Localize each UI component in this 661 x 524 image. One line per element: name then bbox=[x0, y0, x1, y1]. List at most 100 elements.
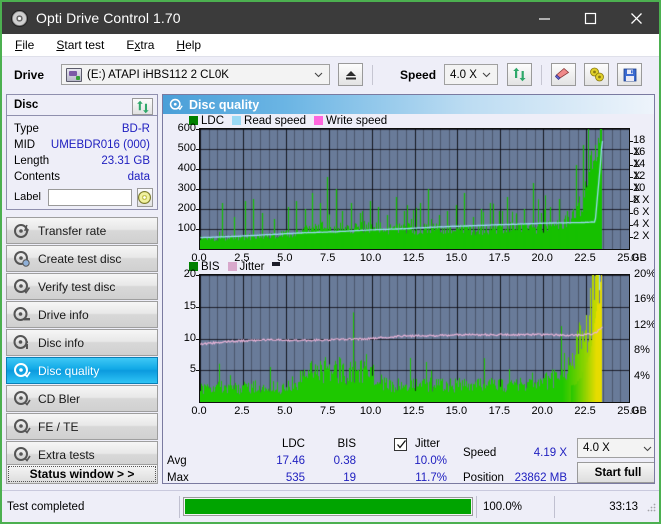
sidebar-item-drive-info[interactable]: Drive info bbox=[6, 301, 158, 328]
stats-row-avg: Avg bbox=[167, 455, 187, 467]
ldc-plot-canvas[interactable] bbox=[199, 128, 630, 250]
create-test-disc-icon bbox=[13, 250, 31, 268]
minimize-button[interactable] bbox=[521, 2, 567, 34]
disc-key-length: Length bbox=[14, 155, 50, 167]
eject-button[interactable] bbox=[338, 63, 364, 86]
bis-xtick: 15.0 bbox=[445, 405, 468, 417]
ldc-y2tick-mark bbox=[629, 237, 633, 238]
bis-plot-canvas[interactable] bbox=[199, 274, 630, 403]
resize-grip[interactable] bbox=[646, 502, 656, 512]
bis-ytick: 20 bbox=[183, 268, 196, 280]
sidebar-label-drive-info: Drive info bbox=[38, 307, 89, 322]
toolbar-separator bbox=[372, 64, 374, 85]
save-button[interactable] bbox=[617, 63, 643, 86]
start-full-button[interactable]: Start full bbox=[577, 462, 654, 483]
stats-panel: LDC BIS Jitter Avg Max Total 17.46 535 6… bbox=[163, 436, 654, 484]
stats-header-ldc: LDC bbox=[281, 438, 305, 450]
bis-chart-legend: BIS Jitter bbox=[163, 260, 654, 273]
status-window-wrap: Status window > > bbox=[6, 464, 158, 484]
menu-bar: File Start test Extra Help bbox=[2, 34, 659, 57]
jitter-checkbox[interactable] bbox=[394, 438, 407, 451]
disc-key-label: Label bbox=[14, 191, 41, 203]
bis-ytick-mark bbox=[196, 275, 199, 276]
test-speed-select[interactable]: 4.0 X bbox=[577, 438, 654, 458]
ldc-chart-legend: LDC Read speed Write speed bbox=[163, 114, 654, 127]
bis-y2tick: 4% bbox=[634, 369, 650, 382]
disc-row-label: Label bbox=[7, 185, 157, 209]
bis-plot-wrap: 5 10 15 20 4% 8% 12% 16% 20% 0.0 2.5 5.0 7.5 10.0 12.5… bbox=[163, 268, 655, 417]
bis-xtick: 5.0 bbox=[277, 405, 293, 417]
disc-quality-icon bbox=[169, 98, 183, 112]
content-title: Disc quality bbox=[189, 97, 260, 112]
ldc-y2tick: 18 X bbox=[633, 134, 646, 158]
legend-label-write-speed: Write speed bbox=[326, 114, 388, 127]
disc-label-input[interactable] bbox=[47, 188, 132, 206]
disc-value-contents: data bbox=[127, 171, 150, 183]
bis-y2tick: 20% bbox=[634, 268, 655, 280]
speed-select[interactable]: 4.0 X bbox=[444, 64, 499, 85]
maximize-button[interactable] bbox=[567, 2, 613, 34]
bis-xtick: 0.0 bbox=[191, 405, 207, 417]
stats-avg-bis: 0.38 bbox=[333, 455, 356, 467]
bis-xtick: 20.0 bbox=[531, 405, 553, 417]
disc-label-button[interactable] bbox=[136, 187, 153, 207]
menu-item-start-test[interactable]: Start test bbox=[47, 36, 113, 54]
ldc-ytick-mark bbox=[196, 189, 199, 190]
disc-icon bbox=[138, 190, 152, 204]
bis-y2tick: 16% bbox=[634, 293, 655, 306]
menu-item-file[interactable]: File bbox=[6, 36, 43, 54]
close-button[interactable] bbox=[613, 2, 659, 34]
bis-x-axis-label: GB bbox=[631, 405, 647, 417]
speed-label: Speed bbox=[400, 67, 437, 82]
legend-swatch-write-speed bbox=[314, 116, 324, 125]
sidebar-item-disc-info[interactable]: Disc info bbox=[6, 329, 158, 356]
bis-y2tick: 12% bbox=[634, 318, 655, 331]
stats-max-ldc: 535 bbox=[285, 472, 305, 484]
status-window-button[interactable]: Status window > > bbox=[6, 464, 158, 484]
sidebar-label-fe-te: FE / TE bbox=[38, 419, 79, 434]
sidebar-item-disc-quality[interactable]: Disc quality bbox=[6, 357, 158, 384]
sidebar-item-transfer-rate[interactable]: Transfer rate bbox=[6, 217, 158, 244]
status-bar: Test completed 100.0% 33:13 bbox=[2, 490, 659, 522]
bis-ytick: 5 bbox=[189, 363, 196, 376]
drive-select[interactable]: (E:) ATAPI iHBS112 2 CL0K bbox=[61, 64, 331, 85]
sidebar-item-fe-te[interactable]: FE / TE bbox=[6, 413, 158, 440]
drive-info-icon bbox=[13, 306, 31, 324]
extra-tests-icon bbox=[13, 446, 31, 464]
elapsed-time-value: 33:13 bbox=[609, 500, 638, 513]
disc-row-contents: Contents data bbox=[7, 169, 157, 185]
bis-xtick: 2.5 bbox=[234, 405, 250, 417]
menu-item-help[interactable]: Help bbox=[167, 36, 210, 54]
ldc-ytick-mark bbox=[196, 149, 199, 150]
sidebar-label-extra-tests: Extra tests bbox=[38, 447, 95, 462]
bis-xtick: 17.5 bbox=[488, 405, 510, 417]
chevron-down-icon bbox=[643, 444, 652, 453]
ldc-ytick-mark bbox=[196, 169, 199, 170]
sidebar-item-cd-bler[interactable]: CD Bler bbox=[6, 385, 158, 412]
legend-label-ldc: LDC bbox=[201, 114, 225, 127]
ldc-y2tick-mark bbox=[629, 225, 633, 226]
verify-test-disc-icon bbox=[13, 278, 31, 296]
ldc-y2tick: 2 X bbox=[633, 230, 650, 242]
stats-avg-jitter: 10.0% bbox=[414, 455, 447, 467]
stats-max-jitter: 11.7% bbox=[415, 472, 447, 484]
ldc-ytick: 600 bbox=[177, 122, 196, 134]
sidebar-label-cd-bler: CD Bler bbox=[38, 391, 81, 406]
app-icon bbox=[11, 9, 28, 27]
status-text: Test completed bbox=[2, 495, 180, 518]
disc-value-mid: UMEBDR016 (000) bbox=[50, 139, 150, 151]
sidebar-item-create-test-disc[interactable]: Create test disc bbox=[6, 245, 158, 272]
refresh-button[interactable] bbox=[507, 63, 533, 86]
disc-refresh-button[interactable] bbox=[132, 98, 153, 115]
ldc-ytick: 300 bbox=[177, 182, 196, 194]
transfer-rate-icon bbox=[13, 222, 31, 240]
cd-bler-icon bbox=[13, 390, 31, 408]
sidebar-label-disc-quality: Disc quality bbox=[38, 363, 100, 378]
bis-ytick-mark bbox=[196, 338, 199, 340]
legend-label-bis: BIS bbox=[201, 260, 220, 273]
bitsetting-button[interactable] bbox=[584, 63, 610, 86]
chevron-down-icon bbox=[482, 70, 491, 79]
menu-item-extra[interactable]: Extra bbox=[117, 36, 163, 54]
sidebar-item-verify-test-disc[interactable]: Verify test disc bbox=[6, 273, 158, 300]
erase-button[interactable] bbox=[551, 63, 577, 86]
